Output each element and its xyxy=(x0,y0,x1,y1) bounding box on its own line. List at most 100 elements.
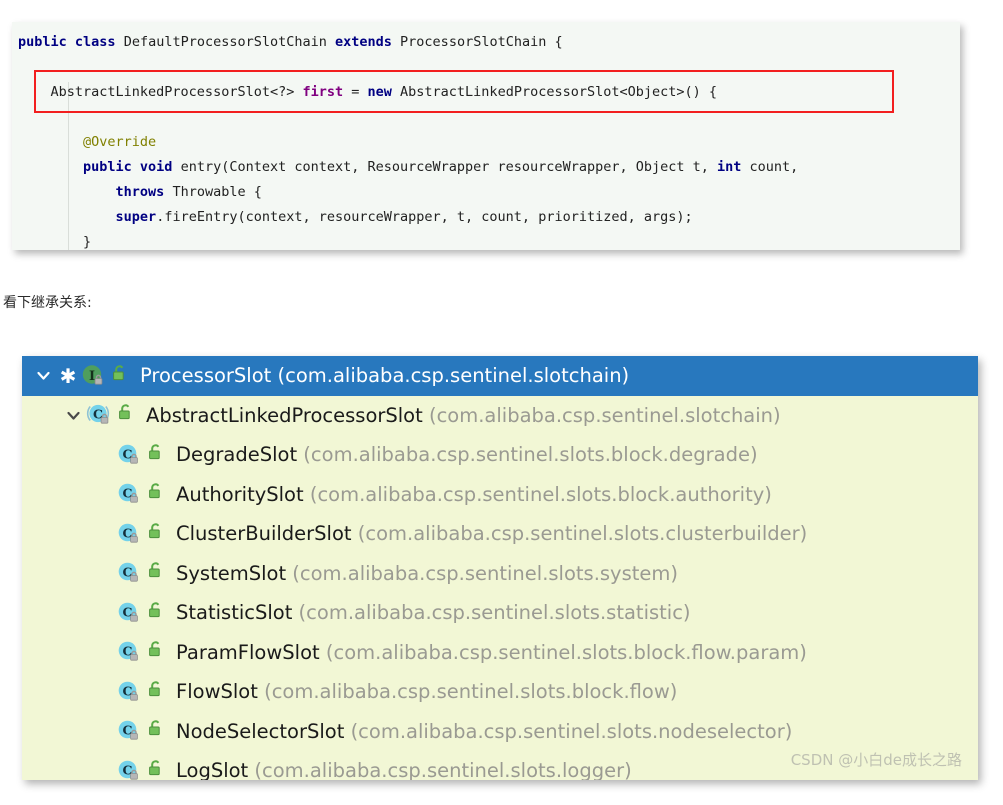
interface-icon: I xyxy=(80,363,110,389)
code-token: .fireEntry(context, resourceWrapper, t, … xyxy=(156,209,693,225)
code-token: int xyxy=(717,159,750,175)
public-lock-icon xyxy=(146,639,172,665)
tree-row-package: (com.alibaba.csp.sentinel.slotchain) xyxy=(422,403,781,427)
tree-row[interactable]: C LogSlot (com.alibaba.csp.sentinel.slots… xyxy=(22,751,978,780)
tree-row[interactable]: C StatisticSlot (com.alibaba.csp.sentinel… xyxy=(22,593,978,633)
tree-row-package: (com.alibaba.csp.sentinel.slots.logger) xyxy=(248,759,632,780)
class-icon: C xyxy=(116,560,146,586)
tree-row-package: (com.alibaba.csp.sentinel.slots.statisti… xyxy=(292,601,691,625)
tree-row-package: (com.alibaba.csp.sentinel.slots.block.fl… xyxy=(257,680,678,704)
code-token: AbstractLinkedProcessorSlot<Object>() { xyxy=(400,84,718,100)
code-line: super.fireEntry(context, resourceWrapper… xyxy=(12,205,960,230)
class-icon: C xyxy=(116,521,146,547)
class-icon: C xyxy=(116,758,146,780)
asterisk-icon: ✱ xyxy=(59,363,77,388)
code-token: count, xyxy=(749,159,799,175)
tree-row-type-name: DegradeSlot xyxy=(176,443,298,467)
tree-row-label: ProcessorSlot (com.alibaba.csp.sentinel.… xyxy=(136,364,629,387)
tree-row-label: ClusterBuilderSlot (com.alibaba.csp.sent… xyxy=(172,522,807,545)
tree-row-package: (com.alibaba.csp.sentinel.slots.block.fl… xyxy=(319,640,807,664)
code-token: ProcessorSlotChain { xyxy=(400,34,563,50)
public-lock-icon xyxy=(146,481,172,507)
class-icon: C xyxy=(116,679,146,705)
code-token: public xyxy=(18,159,140,175)
tree-row-label: ParamFlowSlot (com.alibaba.csp.sentinel.… xyxy=(172,641,807,664)
tree-row-package: (com.alibaba.csp.sentinel.slots.block.de… xyxy=(297,443,758,467)
class-icon: C xyxy=(116,600,146,626)
tree-row-label: StatisticSlot (com.alibaba.csp.sentinel.… xyxy=(172,601,691,624)
code-token: new xyxy=(367,84,401,100)
tree-row[interactable]: C AuthoritySlot (com.alibaba.csp.sentinel… xyxy=(22,475,978,515)
tree-row-package: (com.alibaba.csp.sentinel.slots.nodesele… xyxy=(344,719,793,743)
tree-row[interactable]: C DegradeSlot (com.alibaba.csp.sentinel.s… xyxy=(22,435,978,475)
public-lock-icon xyxy=(116,402,142,428)
code-line: public void entry(Context context, Resou… xyxy=(12,155,960,180)
tree-row-package: (com.alibaba.csp.sentinel.slots.block.au… xyxy=(303,482,772,506)
code-token: first xyxy=(302,84,344,100)
code-token: Throwable { xyxy=(172,184,262,200)
code-token: super xyxy=(115,209,157,225)
tree-row[interactable]: C AbstractLinkedProcessorSlot (com.alibab… xyxy=(22,396,978,436)
tree-row-label: FlowSlot (com.alibaba.csp.sentinel.slots… xyxy=(172,680,677,703)
code-line: @Override xyxy=(12,130,960,155)
tree-row[interactable]: C NodeSelectorSlot (com.alibaba.csp.senti… xyxy=(22,712,978,752)
code-token: extends xyxy=(335,34,401,50)
tree-row-package: (com.alibaba.csp.sentinel.slotchain) xyxy=(271,364,630,388)
public-lock-icon xyxy=(146,521,172,547)
public-lock-icon xyxy=(146,679,172,705)
class-icon: C xyxy=(116,481,146,507)
code-line: public class DefaultProcessorSlotChain e… xyxy=(12,30,960,55)
code-token: throws xyxy=(115,184,173,200)
tree-row-type-name: ProcessorSlot xyxy=(140,364,272,388)
tree-row-type-name: ClusterBuilderSlot xyxy=(176,522,352,546)
code-token: } xyxy=(18,234,92,250)
code-token: entry(Context context, ResourceWrapper r… xyxy=(180,159,717,175)
public-lock-icon xyxy=(146,442,172,468)
public-lock-icon xyxy=(146,600,172,626)
tree-row[interactable]: C SystemSlot (com.alibaba.csp.sentinel.sl… xyxy=(22,554,978,594)
tree-row-type-name: LogSlot xyxy=(176,759,249,780)
code-line: } xyxy=(12,230,960,250)
tree-row[interactable]: C FlowSlot (com.alibaba.csp.sentinel.slot… xyxy=(22,672,978,712)
tree-row-type-name: StatisticSlot xyxy=(176,601,293,625)
tree-row-package: (com.alibaba.csp.sentinel.slots.system) xyxy=(286,561,679,585)
public-lock-icon xyxy=(146,758,172,780)
tree-row-type-name: AuthoritySlot xyxy=(176,482,304,506)
code-line: throws Throwable { xyxy=(12,180,960,205)
tree-row-type-name: FlowSlot xyxy=(176,680,258,704)
type-hierarchy-tree[interactable]: ✱ I ProcessorSlot (com.alibaba.csp.sentine… xyxy=(22,356,978,780)
public-lock-icon xyxy=(146,560,172,586)
public-lock-icon xyxy=(146,718,172,744)
code-line: AbstractLinkedProcessorSlot<?> first = n… xyxy=(12,80,960,105)
tree-row-label: AuthoritySlot (com.alibaba.csp.sentinel.… xyxy=(172,483,772,506)
code-token: class xyxy=(74,34,124,50)
tree-row-type-name: SystemSlot xyxy=(176,561,287,585)
page-caption: 看下继承关系: xyxy=(3,295,92,311)
chevron-down-icon[interactable] xyxy=(60,407,86,424)
public-lock-icon xyxy=(110,363,136,389)
tree-row-package: (com.alibaba.csp.sentinel.slots.clusterb… xyxy=(351,522,808,546)
tree-row-label: LogSlot (com.alibaba.csp.sentinel.slots.… xyxy=(172,759,632,780)
code-token: void xyxy=(139,159,181,175)
tree-row-label: AbstractLinkedProcessorSlot (com.alibaba… xyxy=(142,404,781,427)
code-token: public xyxy=(18,34,75,50)
tree-row-type-name: AbstractLinkedProcessorSlot xyxy=(146,403,423,427)
code-lines-container: public class DefaultProcessorSlotChain e… xyxy=(12,22,960,250)
tree-row[interactable]: C ClusterBuilderSlot (com.alibaba.csp.sen… xyxy=(22,514,978,554)
class-icon: C xyxy=(116,718,146,744)
tree-row[interactable]: C ParamFlowSlot (com.alibaba.csp.sentinel… xyxy=(22,633,978,673)
code-token: @Override xyxy=(18,134,157,150)
tree-row[interactable]: ✱ I ProcessorSlot (com.alibaba.csp.sentine… xyxy=(22,356,978,396)
type-hierarchy-panel[interactable]: ✱ I ProcessorSlot (com.alibaba.csp.sentine… xyxy=(22,356,978,780)
class-icon: C xyxy=(116,442,146,468)
code-token: DefaultProcessorSlotChain xyxy=(123,34,336,50)
tree-row-type-name: NodeSelectorSlot xyxy=(176,719,345,743)
tree-row-label: NodeSelectorSlot (com.alibaba.csp.sentin… xyxy=(172,720,792,743)
tree-row-label: DegradeSlot (com.alibaba.csp.sentinel.sl… xyxy=(172,443,758,466)
tree-row-type-name: ParamFlowSlot xyxy=(176,640,320,664)
chevron-down-icon[interactable] xyxy=(30,367,56,384)
